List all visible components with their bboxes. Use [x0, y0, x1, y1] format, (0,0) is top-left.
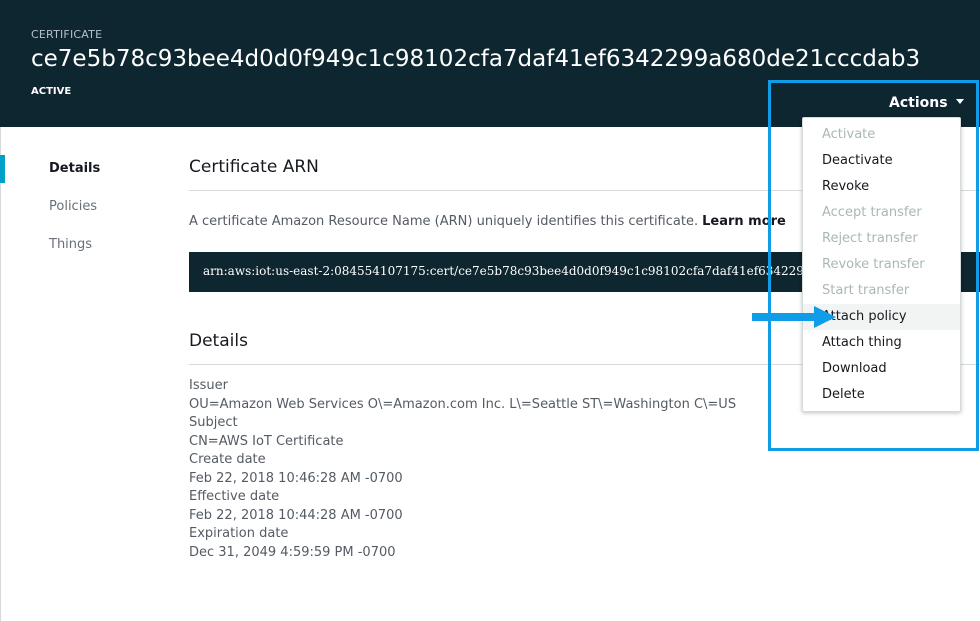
- subject-value: CN=AWS IoT Certificate: [189, 434, 344, 449]
- sidebar-item-things[interactable]: Things: [49, 237, 92, 252]
- active-nav-indicator: [0, 155, 5, 183]
- certificate-status: ACTIVE: [31, 86, 72, 97]
- actions-button-label: Actions: [889, 95, 948, 111]
- menu-item-label: Activate: [822, 127, 876, 142]
- menu-item-accept-transfer: Accept transfer: [803, 200, 960, 226]
- sidebar-item-details[interactable]: Details: [49, 161, 100, 176]
- menu-item-label: Accept transfer: [822, 205, 922, 220]
- issuer-value: OU=Amazon Web Services O\=Amazon.com Inc…: [189, 397, 737, 412]
- menu-item-start-transfer: Start transfer: [803, 278, 960, 304]
- menu-item-delete[interactable]: Delete: [803, 382, 960, 408]
- menu-item-revoke-transfer: Revoke transfer: [803, 252, 960, 278]
- menu-item-label: Deactivate: [822, 153, 893, 168]
- expiration-date-label: Expiration date: [189, 526, 289, 541]
- menu-item-attach-thing[interactable]: Attach thing: [803, 330, 960, 356]
- expiration-date-value: Dec 31, 2049 4:59:59 PM -0700: [189, 545, 396, 560]
- arn-description-text: A certificate Amazon Resource Name (ARN)…: [189, 214, 699, 229]
- menu-item-revoke[interactable]: Revoke: [803, 174, 960, 200]
- arn-section-title: Certificate ARN: [189, 157, 319, 177]
- effective-date-label: Effective date: [189, 489, 280, 504]
- page-left-border: [0, 127, 1, 621]
- arn-description: A certificate Amazon Resource Name (ARN)…: [189, 214, 786, 229]
- create-date-label: Create date: [189, 452, 266, 467]
- menu-item-label: Download: [822, 361, 887, 376]
- issuer-label: Issuer: [189, 378, 228, 393]
- menu-item-label: Reject transfer: [822, 231, 918, 246]
- caret-down-icon: [955, 98, 964, 104]
- details-section-title: Details: [189, 331, 248, 351]
- create-date-value: Feb 22, 2018 10:46:28 AM -0700: [189, 471, 403, 486]
- effective-date-value: Feb 22, 2018 10:44:28 AM -0700: [189, 508, 403, 523]
- menu-item-label: Delete: [822, 387, 865, 402]
- menu-item-label: Revoke: [822, 179, 870, 194]
- certificate-id: ce7e5b78c93bee4d0d0f949c1c98102cfa7daf41…: [31, 46, 921, 72]
- menu-item-label: Revoke transfer: [822, 257, 925, 272]
- actions-button[interactable]: Actions: [889, 95, 964, 111]
- menu-item-label: Start transfer: [822, 283, 910, 298]
- certificate-label: CERTIFICATE: [31, 28, 103, 41]
- menu-item-deactivate[interactable]: Deactivate: [803, 148, 960, 174]
- menu-item-label: Attach thing: [822, 335, 902, 350]
- menu-item-download[interactable]: Download: [803, 356, 960, 382]
- certificate-header: CERTIFICATE ce7e5b78c93bee4d0d0f949c1c98…: [0, 0, 980, 127]
- subject-label: Subject: [189, 415, 238, 430]
- menu-item-reject-transfer: Reject transfer: [803, 226, 960, 252]
- arrow-right-icon: [752, 306, 836, 328]
- sidebar-item-policies[interactable]: Policies: [49, 199, 97, 214]
- menu-item-activate: Activate: [803, 122, 960, 148]
- actions-dropdown-menu: Activate Deactivate Revoke Accept transf…: [802, 117, 961, 412]
- learn-more-link[interactable]: Learn more: [702, 214, 786, 229]
